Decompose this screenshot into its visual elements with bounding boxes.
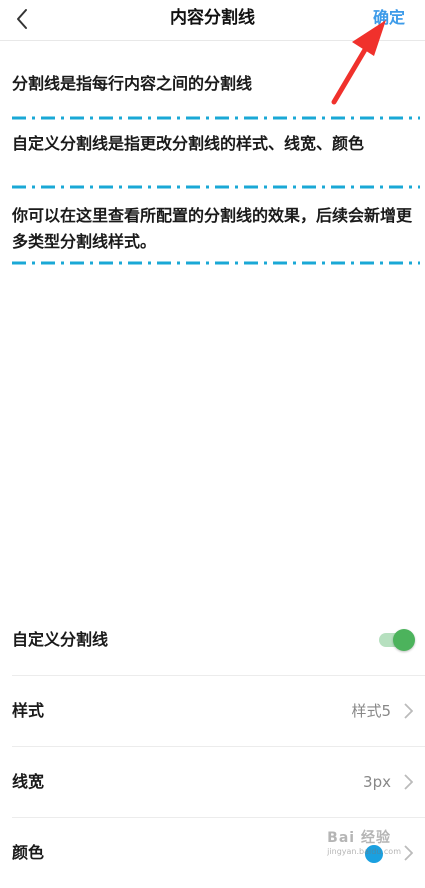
chevron-right-icon bbox=[404, 703, 413, 719]
watermark-text: Bai 经验 bbox=[327, 830, 391, 846]
preview-text-2: 自定义分割线是指更改分割线的样式、线宽、颜色 bbox=[12, 134, 365, 153]
width-value: 3px bbox=[363, 773, 391, 791]
width-row[interactable]: 线宽 3px bbox=[12, 747, 425, 818]
preview-divider-3 bbox=[12, 261, 420, 265]
color-label: 颜色 bbox=[12, 843, 45, 862]
annotation-arrow-icon bbox=[331, 20, 386, 105]
preview-divider-1 bbox=[12, 116, 420, 120]
preview-text-1: 分割线是指每行内容之间的分割线 bbox=[12, 74, 253, 93]
chevron-right-icon bbox=[404, 845, 413, 861]
preview-divider-2 bbox=[12, 185, 420, 189]
toggle-knob bbox=[393, 629, 415, 651]
watermark: Bai 经验 jingyan.baidu.com bbox=[327, 827, 401, 856]
custom-divider-label: 自定义分割线 bbox=[12, 630, 109, 649]
style-value: 样式5 bbox=[351, 702, 391, 720]
watermark-subtext: jingyan.baidu.com bbox=[327, 847, 401, 856]
preview-text-3: 你可以在这里查看所配置的分割线的效果，后续会新增更多类型分割线样式。 bbox=[12, 206, 413, 251]
custom-divider-toggle[interactable] bbox=[379, 629, 415, 651]
width-label: 线宽 bbox=[12, 772, 45, 791]
chevron-right-icon bbox=[404, 774, 413, 790]
custom-divider-row: 自定义分割线 bbox=[12, 605, 425, 676]
style-label: 样式 bbox=[12, 701, 45, 720]
style-row[interactable]: 样式 样式5 bbox=[12, 676, 425, 747]
